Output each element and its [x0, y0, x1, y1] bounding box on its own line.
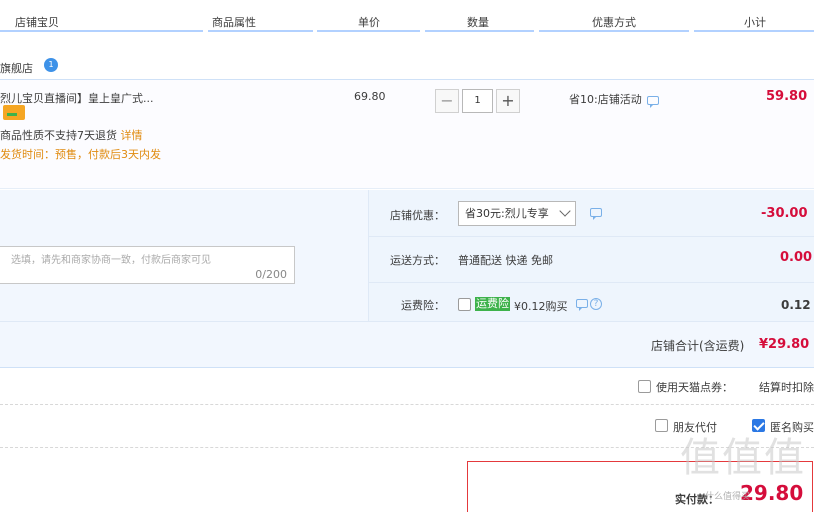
return-policy-details-link[interactable]: 详情: [121, 129, 143, 142]
shop-total-value: ¥29.80: [759, 337, 810, 352]
header-divider: [208, 30, 313, 32]
insurance-price: ¥0.12购买: [514, 300, 568, 313]
shop-name[interactable]: 旗舰店: [0, 60, 33, 76]
unit-price: 69.80: [354, 90, 386, 103]
quantity-input[interactable]: 1: [462, 89, 493, 113]
header-divider: [317, 30, 420, 32]
promo-chat-icon[interactable]: [647, 96, 659, 108]
tmall-points-checkbox[interactable]: [638, 380, 651, 393]
return-policy-note: 商品性质不支持7天退货 详情: [0, 127, 143, 143]
shipping-label: 运送方式：: [390, 254, 445, 267]
col-promo: 优惠方式: [592, 16, 636, 29]
message-to-seller-input[interactable]: 选填，请先和商家协商一致，付款后商家可见 0/200: [0, 246, 295, 284]
quantity-decrease-button[interactable]: −: [435, 89, 459, 113]
row-divider: [368, 236, 814, 237]
return-policy-text: 商品性质不支持7天退货: [0, 129, 117, 142]
tmall-points-note: 结算时扣除: [759, 381, 814, 394]
shop-discount-label: 店铺优惠：: [390, 209, 445, 222]
discount-chat-icon[interactable]: [590, 208, 602, 220]
friend-pay-checkbox[interactable]: [655, 419, 668, 432]
header-divider: [0, 30, 203, 32]
message-placeholder: 选填，请先和商家协商一致，付款后商家可见: [11, 255, 211, 266]
quantity-increase-button[interactable]: +: [496, 89, 520, 113]
message-char-count: 0/200: [255, 268, 287, 281]
col-quantity: 数量: [467, 16, 489, 29]
insurance-label: 运费险：: [401, 299, 445, 312]
credit-card-icon: [3, 105, 25, 120]
row-divider: [368, 282, 814, 283]
shop-chat-badge-icon[interactable]: 1: [44, 58, 58, 72]
column-header: 店铺宝贝 商品属性 单价 数量 优惠方式 小计: [0, 0, 831, 33]
watermark-text: 什么值得买: [705, 492, 751, 502]
shop-total-label: 店铺合计(含运费): [651, 339, 745, 353]
shipping-time-note: 发货时间：预售，付款后3天内发: [0, 148, 161, 161]
header-divider: [539, 30, 689, 32]
col-subtotal: 小计: [744, 16, 766, 29]
insurance-tag: 运费险: [475, 297, 510, 311]
insurance-chat-icon[interactable]: [576, 299, 588, 311]
insurance-cost: 0.12: [781, 298, 811, 312]
header-divider: [694, 30, 814, 32]
item-title-link[interactable]: 烈儿宝贝直播间】皇上皇广式...: [0, 90, 154, 106]
shop-discount-selected: 省30元:烈儿专享: [465, 207, 549, 220]
col-unit-price: 单价: [358, 16, 380, 29]
col-shop-item: 店铺宝贝: [15, 16, 59, 29]
col-attrs: 商品属性: [212, 16, 256, 29]
shipping-cost: 0.00: [780, 250, 813, 265]
help-icon[interactable]: ?: [590, 298, 602, 310]
dotted-divider: [0, 404, 814, 405]
insurance-checkbox[interactable]: [458, 298, 471, 311]
shop-discount-select[interactable]: 省30元:烈儿专享: [458, 201, 576, 226]
shop-discount-value: -30.00: [761, 206, 808, 221]
tmall-points-label: 使用天猫点券：: [656, 381, 733, 394]
watermark-logo: 值值值: [680, 435, 806, 481]
row-divider: [0, 321, 814, 322]
shipping-method: 普通配送 快递 免邮: [458, 254, 553, 267]
item-subtotal: 59.80: [766, 89, 808, 104]
chevron-down-icon: [559, 205, 571, 217]
header-divider: [425, 30, 534, 32]
item-promo: 省10:店铺活动: [569, 93, 642, 106]
